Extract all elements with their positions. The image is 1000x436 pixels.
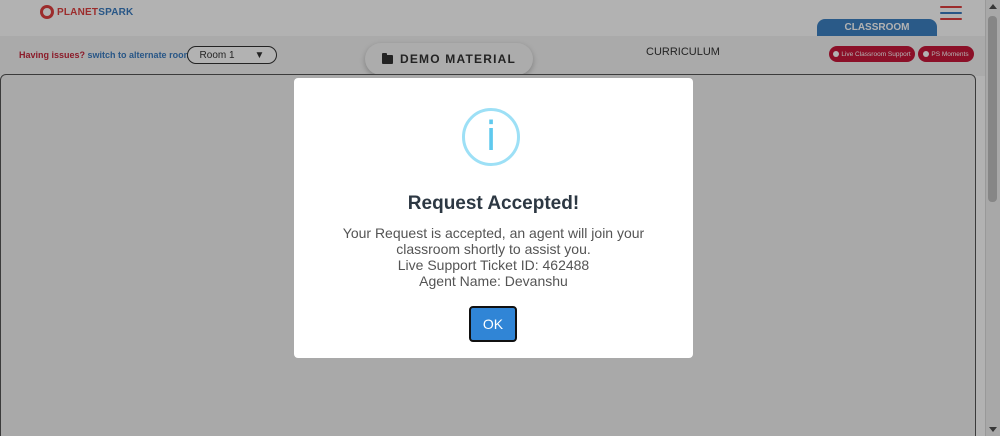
ticket-id-text: Live Support Ticket ID: 462488 (397, 257, 590, 273)
modal-backdrop: i Request Accepted! Your Request is acce… (0, 0, 1000, 436)
info-icon: i (462, 108, 520, 166)
agent-name-text: Agent Name: Devanshu (419, 273, 568, 289)
ok-button[interactable]: OK (469, 306, 517, 342)
dialog-message-text: Your Request is accepted, an agent will … (342, 225, 645, 257)
dialog-title: Request Accepted! (407, 193, 580, 214)
request-accepted-dialog: i Request Accepted! Your Request is acce… (294, 78, 693, 358)
dialog-message: Your Request is accepted, an agent will … (324, 225, 663, 289)
